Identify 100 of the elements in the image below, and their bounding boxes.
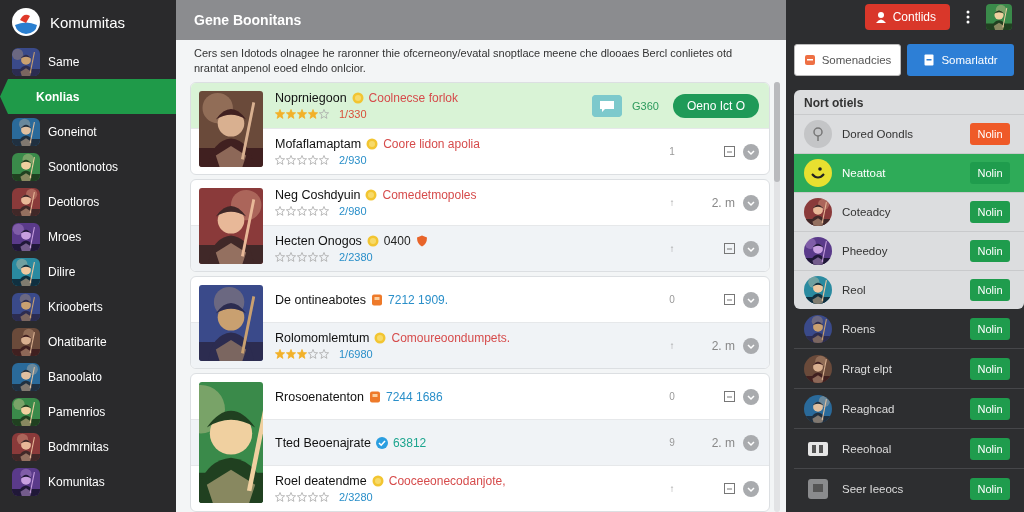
list-row[interactable]: Rolomomlemtum Comoureoondumpets. 1/6980 ↑ 2. m xyxy=(191,322,769,368)
sidebar-item[interactable]: Kriooberts xyxy=(0,289,176,324)
action-button[interactable]: Nolin xyxy=(970,279,1010,301)
action-button[interactable]: Nolin xyxy=(970,437,1010,460)
item-name: Reaghcad xyxy=(842,402,896,415)
action-button[interactable]: Nolin xyxy=(970,357,1010,380)
list-row[interactable]: De ontineabotes 7212 1909. 0 xyxy=(191,277,769,322)
item-title: Mofaflamaptam xyxy=(275,137,362,151)
chevron-icon[interactable] xyxy=(743,291,759,308)
sidebar-item[interactable]: Deotloros xyxy=(0,184,176,219)
row-marker: ↑ xyxy=(668,340,676,351)
chevron-icon[interactable] xyxy=(743,388,759,405)
item-title: De ontineabotes xyxy=(275,292,367,307)
item-subtitle: Comedetmopoles xyxy=(382,188,477,202)
row-marker: 0 xyxy=(668,391,676,402)
chevron-icon[interactable] xyxy=(743,434,759,451)
item-subtitle: Coore lidon apolia xyxy=(383,137,480,151)
sidebar-item[interactable]: Soontlonotos xyxy=(0,149,176,184)
coin-icon xyxy=(366,138,379,150)
square-icon xyxy=(803,54,816,66)
item-name: Neattoat xyxy=(842,167,887,179)
coin-icon xyxy=(371,475,384,487)
action-button[interactable]: Nolin xyxy=(970,201,1010,223)
row-marker: ↑ xyxy=(668,483,676,494)
list-item[interactable]: Reol Nolin xyxy=(794,270,1024,309)
document-icon[interactable] xyxy=(724,391,735,402)
item-name: Coteadcy xyxy=(842,206,892,218)
list-row[interactable]: Mofaflamaptam Coore lidon apolia 2/930 1 xyxy=(191,128,769,174)
list-row[interactable]: Hecten Onogos 0400 2/2380 ↑ xyxy=(191,225,769,271)
action-button[interactable]: Nolin xyxy=(970,240,1010,262)
rating-text: 2/930 xyxy=(339,154,367,166)
item-subtitle: Cooceeonecodanjote, xyxy=(388,474,506,488)
chevron-icon[interactable] xyxy=(743,337,759,354)
action-button[interactable]: Nolin xyxy=(970,317,1010,340)
time-text: 2. m xyxy=(710,195,735,210)
action-button[interactable]: Oeno Ict O xyxy=(672,93,759,118)
row-marker: 9 xyxy=(668,437,676,448)
item-title: Tted Beoenajrate xyxy=(275,435,371,450)
sidebar-item[interactable]: Banoolato xyxy=(0,359,176,394)
chevron-icon[interactable] xyxy=(743,194,759,211)
rating-text: 1/330 xyxy=(339,108,367,120)
time-text: 2. m xyxy=(710,435,735,450)
chat-icon[interactable] xyxy=(592,94,623,117)
screen-icon xyxy=(807,477,829,500)
document-icon[interactable] xyxy=(724,243,735,254)
document-icon[interactable] xyxy=(724,483,735,494)
sidebar-item[interactable]: Bodmrnitas xyxy=(0,429,176,464)
item-subtitle: 63812 xyxy=(392,435,427,450)
item-name: Pheedoy xyxy=(842,245,889,257)
action-button[interactable]: Nolin xyxy=(970,162,1010,184)
sidebar-item[interactable]: Mroes xyxy=(0,219,176,254)
item-subtitle: 7244 1686 xyxy=(385,389,443,404)
list-item[interactable]: Pheedoy Nolin xyxy=(794,231,1024,270)
document-icon[interactable] xyxy=(724,294,735,305)
chevron-icon[interactable] xyxy=(743,143,759,160)
row-marker: ↑ xyxy=(668,243,676,254)
row-marker: 1 xyxy=(668,146,676,157)
sidebar-item[interactable]: Goneinot xyxy=(0,114,176,149)
rating-text: 2/3280 xyxy=(339,491,373,503)
coin-icon xyxy=(374,332,387,344)
list-item[interactable]: Coteadcy Nolin xyxy=(794,192,1024,231)
contacts-button[interactable]: Contlids xyxy=(864,4,950,30)
chevron-icon[interactable] xyxy=(743,240,759,257)
item-title: Rrosoenatenton xyxy=(275,389,364,404)
coin-icon xyxy=(351,92,364,104)
menu-icon[interactable] xyxy=(966,10,970,24)
panel-title: Nort otiels xyxy=(803,96,865,112)
item-title: Hecten Onogos xyxy=(275,234,362,248)
sidebar-item[interactable]: Pamenrios xyxy=(0,394,176,429)
item-title: Neg Coshdyuin xyxy=(275,188,361,202)
list-row[interactable]: Roel deatendme Cooceeonecodanjote, 2/3280 ↑ xyxy=(191,465,769,511)
list-row[interactable]: Noprniegoon Coolnecse forlok 1/330 G360 Oeno Ict O xyxy=(191,83,769,128)
item-name: Seer Ieeocs xyxy=(842,482,905,495)
list-item[interactable]: Neattoat Nolin xyxy=(794,153,1024,192)
description-text: Cers sen Idotods olnagee he raronner thie ofcerneony/evatal snoptlace meene che dlooaes Bercl conlietes otd nrantat anpenol eoed elndo onlcior. xyxy=(193,46,734,76)
scrollbar[interactable] xyxy=(774,82,780,512)
list-row[interactable]: Rrosoenatenton 7244 1686 0 xyxy=(191,374,769,419)
list-row[interactable]: Neg Coshdyuin Comedetmopoles 2/980 ↑ 2. m xyxy=(191,180,769,225)
logo-icon xyxy=(12,8,40,36)
rating-text: 2/2380 xyxy=(339,251,373,263)
item-name: Dored Oondls xyxy=(842,128,914,140)
sidebar-item[interactable]: Komunitas xyxy=(0,464,176,499)
item-subtitle: 7212 1909. xyxy=(388,292,449,307)
rating-text: 2/980 xyxy=(339,205,367,217)
sidebar-item[interactable]: Ohatibarite xyxy=(0,324,176,359)
item-title: Roel deatendme xyxy=(275,474,367,488)
item-name: Roens xyxy=(842,322,877,335)
action-button[interactable]: Nolin xyxy=(970,477,1010,500)
toolbar-button[interactable]: Somenadcies xyxy=(794,44,901,76)
sidebar-item[interactable]: Same xyxy=(0,44,176,79)
document-icon[interactable] xyxy=(724,146,735,157)
sidebar-item[interactable]: Dilire xyxy=(0,254,176,289)
item-title: Noprniegoon xyxy=(275,91,347,105)
chevron-icon[interactable] xyxy=(743,480,759,497)
tag-icon xyxy=(371,293,384,306)
toolbar-button[interactable]: Somarlatdr xyxy=(907,44,1014,76)
action-button[interactable]: Nolin xyxy=(970,397,1010,420)
item-subtitle: 0400 xyxy=(383,234,411,248)
tag-icon xyxy=(368,390,381,403)
sidebar-item[interactable]: Konlias xyxy=(0,79,176,114)
